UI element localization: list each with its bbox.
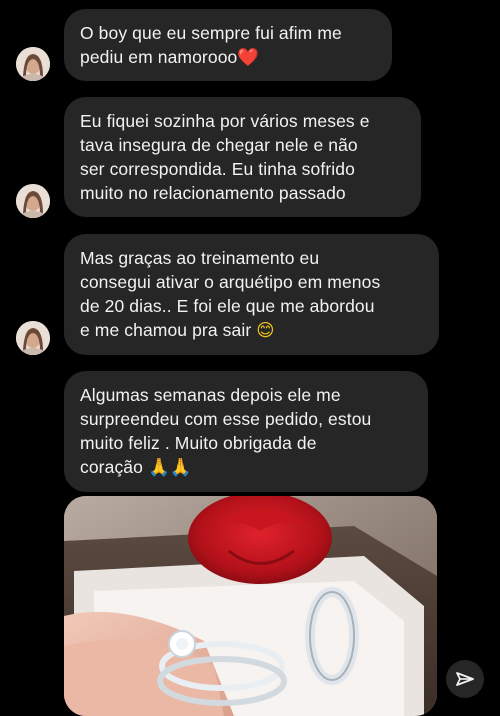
message-bubble-4[interactable]: Algumas semanas depois ele me surpreende… bbox=[64, 371, 428, 492]
ring-photo-image bbox=[64, 496, 437, 716]
message-bubble-3[interactable]: Mas graças ao treinamento eu consegui at… bbox=[64, 234, 439, 355]
praying-hands-emoji: 🙏🙏 bbox=[147, 458, 192, 478]
heart-emoji: ❤️ bbox=[237, 48, 260, 68]
engagement-ring-photo[interactable] bbox=[64, 496, 437, 716]
send-paper-plane-icon bbox=[456, 672, 474, 686]
user-avatar-icon[interactable] bbox=[16, 184, 50, 218]
message-text-4: Algumas semanas depois ele me surpreende… bbox=[80, 385, 372, 477]
message-text-1: O boy que eu sempre fui afim me pediu em… bbox=[80, 23, 342, 67]
message-text-2: Eu fiquei sozinha por vários meses e tav… bbox=[80, 111, 370, 203]
send-button[interactable] bbox=[446, 660, 484, 698]
message-bubble-1[interactable]: O boy que eu sempre fui afim me pediu em… bbox=[64, 9, 392, 81]
message-text-3: Mas graças ao treinamento eu consegui at… bbox=[80, 248, 381, 340]
message-bubble-2[interactable]: Eu fiquei sozinha por vários meses e tav… bbox=[64, 97, 421, 217]
user-avatar-icon[interactable] bbox=[16, 321, 50, 355]
user-avatar-icon[interactable] bbox=[16, 47, 50, 81]
smile-emoji: 😊 bbox=[256, 321, 275, 341]
